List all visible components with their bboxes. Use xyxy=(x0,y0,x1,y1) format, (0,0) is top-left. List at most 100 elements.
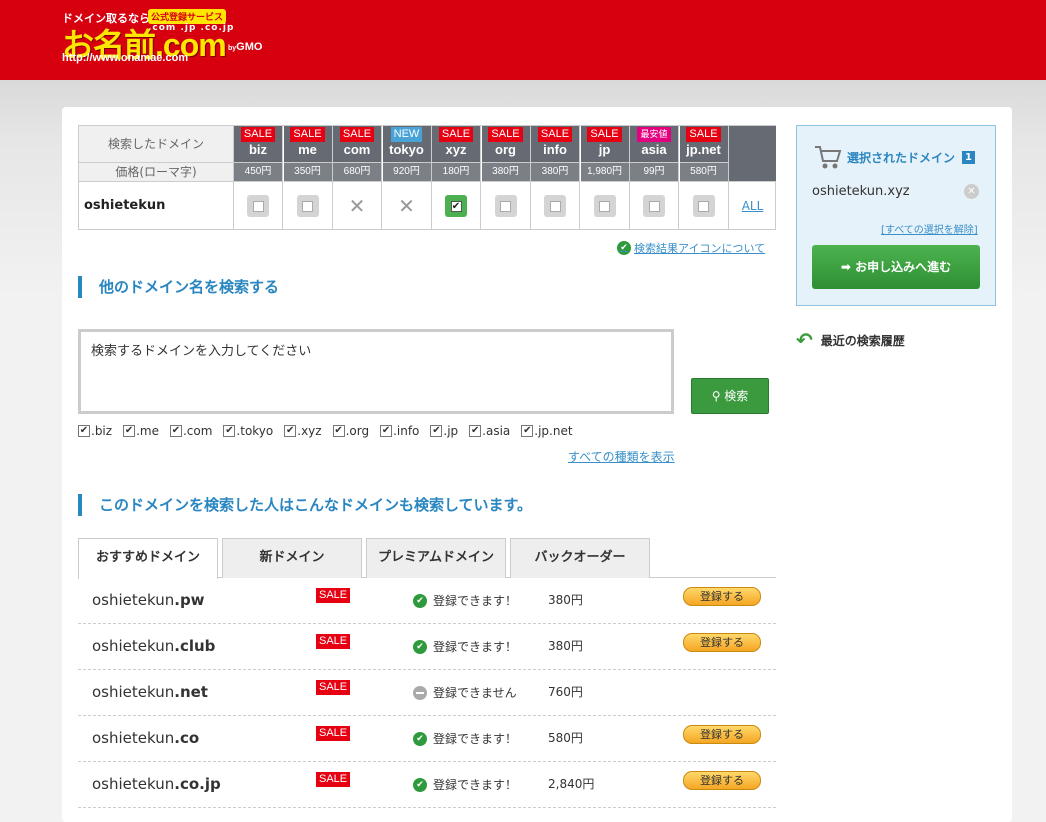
tld-column-info: SALE info 380円 xyxy=(531,126,580,230)
availability-status: ✔ 登録できます！ xyxy=(413,716,517,762)
tld-checkbox[interactable] xyxy=(296,195,319,217)
tld-filter-label: .com xyxy=(182,424,213,438)
tld-name: info xyxy=(543,142,567,157)
available-check-icon: ✔ xyxy=(413,640,427,654)
tld-name: com xyxy=(343,142,371,157)
checkbox-checked-icon: ✔ xyxy=(284,425,297,437)
tld-filter-checkbox[interactable]: ✔ .org xyxy=(332,424,369,438)
tld-cell xyxy=(630,181,678,230)
tld-checkbox[interactable] xyxy=(494,195,517,217)
tld-filter-checkbox[interactable]: ✔ .me xyxy=(123,424,159,438)
onamae-logo[interactable]: ドメイン取るなら 公式登録サービス .com .jp .co.jp お名前.co… xyxy=(62,8,292,68)
remove-domain-icon[interactable]: ✕ xyxy=(964,184,979,199)
tld-badge: SALE xyxy=(587,127,622,142)
domain-search-textarea[interactable]: 検索するドメインを入力してください xyxy=(78,329,674,414)
tld-checkbox[interactable] xyxy=(544,195,566,217)
tld-column-biz: SALE biz 450円 xyxy=(234,126,283,230)
sale-badge: SALE xyxy=(316,772,351,787)
tld-cell xyxy=(679,181,728,230)
register-button[interactable]: 登録する xyxy=(683,725,761,744)
search-history-link[interactable]: ↶ 最近の検索履歴 xyxy=(796,328,905,352)
available-check-icon: ✔ xyxy=(413,778,427,792)
availability-status: ✔ 登録できます！ xyxy=(413,762,517,808)
tld-filter-checkbox[interactable]: ✔ .biz xyxy=(78,424,112,438)
tld-price: 920円 xyxy=(382,162,431,181)
tld-filter-checkbox[interactable]: ✔ .com xyxy=(169,424,213,438)
logo-gmo: byGMO xyxy=(228,41,263,53)
tld-header: SALE com xyxy=(333,126,381,162)
tld-filter-checkbox[interactable]: ✔ .info xyxy=(380,424,419,438)
checkbox-checked-icon: ✔ xyxy=(521,425,534,437)
register-button[interactable]: 登録する xyxy=(683,587,761,606)
tld-header: 最安値 asia xyxy=(630,126,678,162)
icon-about-text: 検索結果アイコンについて xyxy=(634,242,766,255)
tld-filter-checkbox[interactable]: ✔ .xyz xyxy=(284,424,322,438)
sale-badge: SALE xyxy=(316,726,351,741)
tab-backorder[interactable]: バックオーダー xyxy=(510,538,650,578)
tab-new[interactable]: 新ドメイン xyxy=(222,538,362,578)
tld-filter-checkbox[interactable]: ✔ .tokyo xyxy=(223,424,273,438)
tld-checkbox[interactable] xyxy=(247,195,269,217)
result-row: oshietekun.club SALE ✔ 登録できます！ 380円 登録する xyxy=(78,624,776,670)
register-button[interactable]: 登録する xyxy=(683,633,761,652)
tld-column-me: SALE me 350円 xyxy=(283,126,333,230)
tld-column-com: SALE com 680円 ✕ xyxy=(333,126,382,230)
result-price: 380円 xyxy=(548,593,583,607)
tld-filter-label: .tokyo xyxy=(236,424,274,438)
search-button[interactable]: ⚲ 検索 xyxy=(691,378,769,414)
tld-cell xyxy=(234,181,282,230)
register-button[interactable]: 登録する xyxy=(683,771,761,790)
tld-checkbox-list: ✔ .biz ✔ .me ✔ .com ✔ .tokyo ✔ .xyz ✔ .org ✔ .info ✔ .j… xyxy=(78,424,584,438)
tld-badge: SALE xyxy=(290,127,325,142)
tab-recommended[interactable]: おすすめドメイン xyxy=(78,538,218,579)
tld-filter-label: .me xyxy=(136,424,159,438)
checkbox-checked-icon: ✔ xyxy=(332,425,345,437)
result-domain: oshietekun.co xyxy=(92,729,200,747)
tld-checkbox[interactable] xyxy=(692,195,715,217)
tld-filter-checkbox[interactable]: ✔ .jp.net xyxy=(521,424,573,438)
checkbox-checked-icon: ✔ xyxy=(78,425,90,437)
available-check-icon: ✔ xyxy=(413,594,427,608)
tld-cell: ✔ xyxy=(432,181,480,230)
tld-name: me xyxy=(298,142,317,157)
selected-count-badge: 1 xyxy=(962,150,975,164)
tld-name: org xyxy=(495,142,516,157)
result-list: oshietekun.pw SALE ✔ 登録できます！ 380円 登録する oshiete… xyxy=(78,578,776,808)
tab-premium[interactable]: プレミアムドメイン xyxy=(366,538,506,578)
result-domain: oshietekun.club xyxy=(92,637,216,655)
clear-all-link[interactable]: [すべての選択を解除] xyxy=(881,221,978,236)
logo-url: http://www.onamae.com xyxy=(62,52,189,64)
tld-header: NEW tokyo xyxy=(382,126,431,162)
searched-domain-label: 検索したドメイン xyxy=(79,126,234,162)
tld-filter-checkbox[interactable]: ✔ .asia xyxy=(469,424,510,438)
selected-domain: oshietekun.xyz xyxy=(812,184,910,199)
tld-name: jp xyxy=(598,142,611,157)
tld-checkbox[interactable] xyxy=(593,195,616,217)
show-all-types-link[interactable]: すべての種類を表示 xyxy=(568,448,675,465)
site-header: ドメイン取るなら 公式登録サービス .com .jp .co.jp お名前.co… xyxy=(0,0,1046,80)
sale-badge: SALE xyxy=(316,634,351,649)
status-text: 登録できません xyxy=(433,686,517,700)
tld-header: SALE xyz xyxy=(432,126,480,162)
tld-cell xyxy=(481,181,530,230)
proceed-button[interactable]: ➡ お申し込みへ進む xyxy=(812,245,980,289)
checkbox-checked-icon: ✔ xyxy=(123,425,136,437)
select-all-link[interactable]: ALL xyxy=(729,181,776,230)
tld-filter-checkbox[interactable]: ✔ .jp xyxy=(430,424,458,438)
checkbox-checked-icon: ✔ xyxy=(469,425,482,437)
tld-price: 380円 xyxy=(481,162,530,181)
status-text: 登録できます！ xyxy=(433,640,518,654)
result-domain: oshietekun.pw xyxy=(92,591,205,609)
tld-badge: SALE xyxy=(240,127,276,142)
tld-checkbox[interactable] xyxy=(643,195,665,217)
availability-status: ✔ 登録できます！ xyxy=(413,578,517,624)
tld-checkbox-checked[interactable]: ✔ xyxy=(445,195,467,217)
tld-header: SALE me xyxy=(283,126,332,162)
arrow-right-icon: ➡ xyxy=(840,260,856,274)
check-circle-icon: ✔ xyxy=(617,241,631,255)
icon-about-link[interactable]: ✔ 検索結果アイコンについて xyxy=(617,240,765,256)
tld-cell xyxy=(580,181,629,230)
tld-price: 380円 xyxy=(531,162,579,181)
price-label: 価格(ローマ字) xyxy=(79,162,234,181)
tld-filter-label: .info xyxy=(393,424,420,438)
